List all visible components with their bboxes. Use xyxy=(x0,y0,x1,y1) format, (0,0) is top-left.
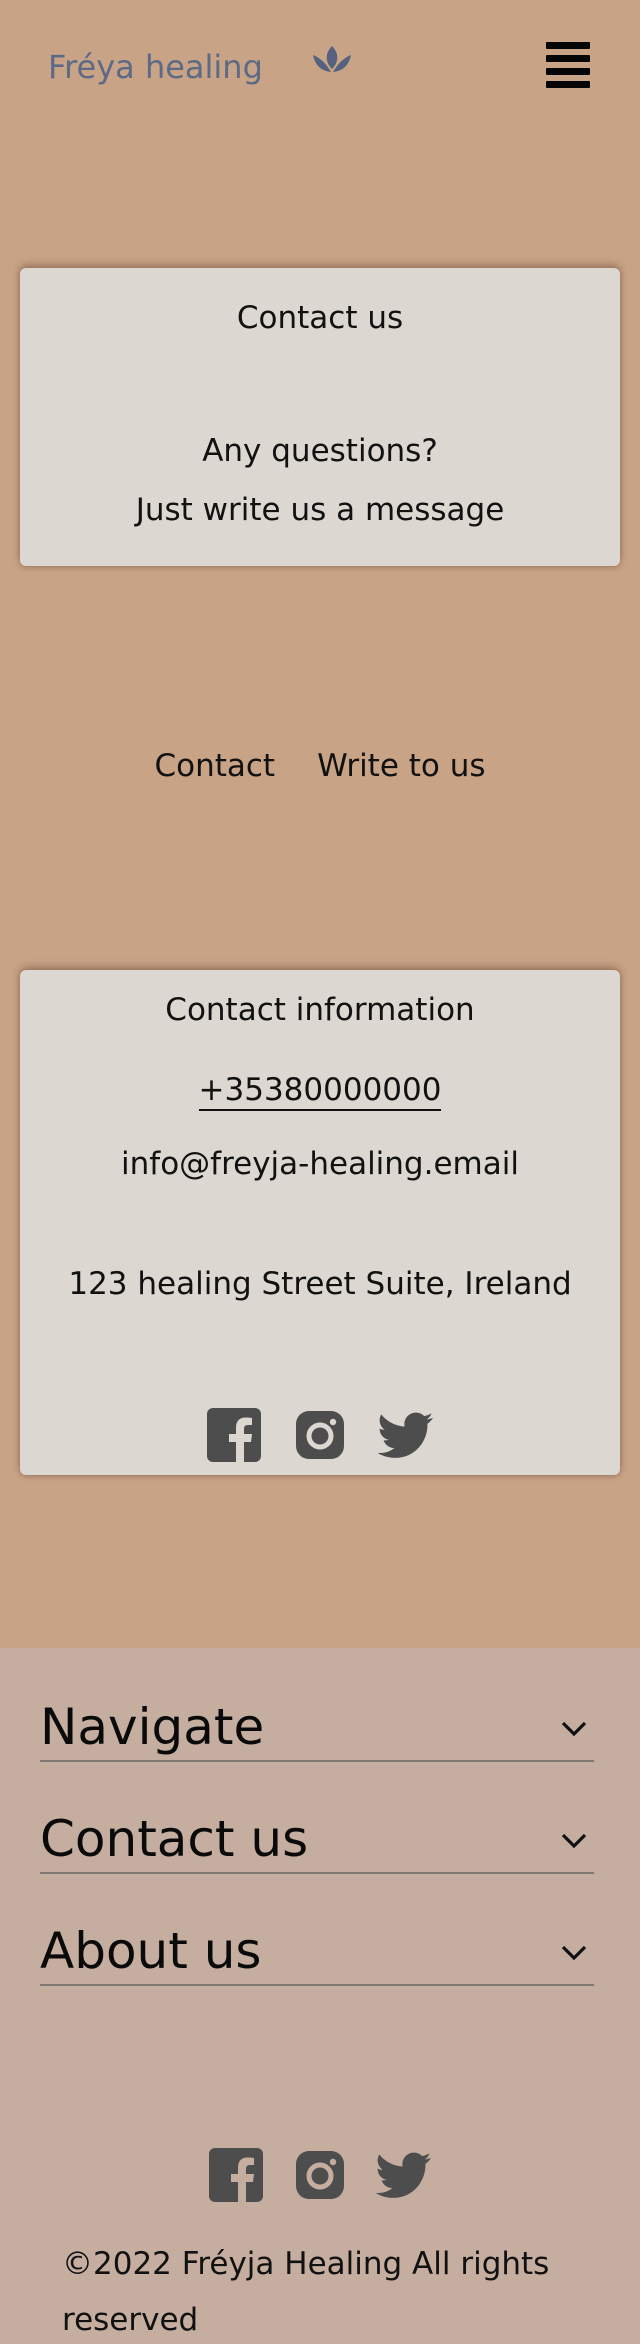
email-address[interactable]: info@freyja-healing.email xyxy=(20,1146,620,1182)
accordion-label: Contact us xyxy=(40,1810,309,1868)
accordion-label: Navigate xyxy=(40,1698,265,1756)
chevron-down-icon xyxy=(561,1721,587,1737)
twitter-icon[interactable] xyxy=(378,1407,434,1463)
instagram-icon[interactable] xyxy=(292,2147,348,2203)
twitter-icon[interactable] xyxy=(376,2147,432,2203)
accordion-navigate[interactable]: Navigate xyxy=(40,1698,594,1762)
accordion-contact-us[interactable]: Contact us xyxy=(40,1810,594,1874)
accordion-about-us[interactable]: About us xyxy=(40,1922,594,1986)
lotus-icon xyxy=(313,46,351,72)
contact-tabs: Contact Write to us xyxy=(0,748,640,784)
chevron-down-icon xyxy=(561,1945,587,1961)
contact-info-title: Contact information xyxy=(165,992,475,1028)
contact-hero-card: Contact us Any questions? Just write us … xyxy=(20,268,620,566)
accordion-label: About us xyxy=(40,1922,262,1980)
phone-link[interactable]: +35380000000 xyxy=(198,1072,442,1111)
logo-text[interactable]: Fréya healing xyxy=(48,48,263,86)
contact-info-card: Contact information +35380000000 info@fr… xyxy=(20,970,620,1475)
hero-title: Contact us xyxy=(236,300,404,336)
chevron-down-icon xyxy=(561,1833,587,1849)
tab-write-to-us[interactable]: Write to us xyxy=(317,748,485,784)
facebook-icon[interactable] xyxy=(206,1407,262,1463)
hamburger-menu-icon[interactable] xyxy=(546,42,590,88)
site-header: Fréya healing xyxy=(0,0,640,130)
instagram-icon[interactable] xyxy=(292,1407,348,1463)
footer-social-links xyxy=(0,2147,640,2203)
street-address: 123 healing Street Suite, Ireland xyxy=(68,1266,572,1302)
contact-social-links xyxy=(20,1407,620,1463)
site-footer: Navigate Contact us About us ©2022 Fréyj… xyxy=(0,1648,640,2344)
hero-subtitle: Just write us a message xyxy=(135,492,505,528)
hero-question: Any questions? xyxy=(202,433,438,469)
tab-contact[interactable]: Contact xyxy=(154,748,275,784)
facebook-icon[interactable] xyxy=(208,2147,264,2203)
copyright-text: ©2022 Fréyja Healing All rights reserved xyxy=(62,2246,550,2338)
phone-number: +35380000000 xyxy=(20,1072,620,1111)
